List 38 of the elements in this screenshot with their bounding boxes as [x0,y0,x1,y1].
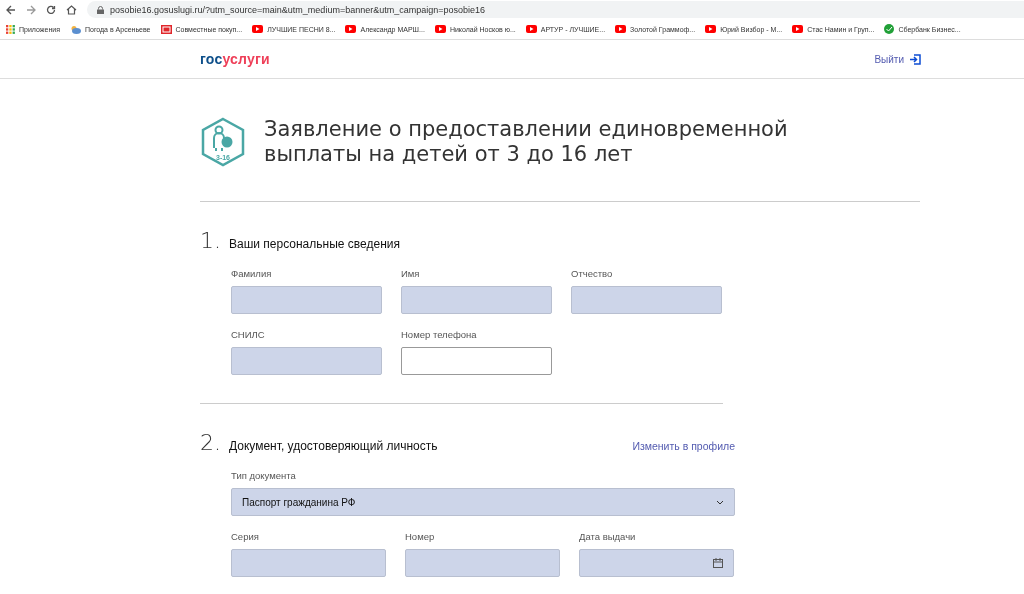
video-play-icon [705,25,717,33]
section-title: Документ, удостоверяющий личность [229,439,439,453]
edit-profile-link[interactable]: Изменить в профиле [632,440,735,452]
video-play-icon [345,25,357,33]
video-play-icon [615,25,627,33]
bank-logo-icon [884,24,895,34]
step-number: 2. [200,430,221,455]
field-label: Отчество [571,268,614,279]
field-label: Тип документа [231,470,297,481]
video-play-icon [252,25,264,33]
page-title: Заявление о предоставлении единовременной выплаты на детей от 3 до 16 лет [264,117,789,167]
logout-icon [910,53,921,65]
step-number: 1. [200,228,221,253]
logo: госуслуги [200,51,270,67]
field-label: Серия [231,531,260,542]
back-icon[interactable] [6,4,16,15]
address-bar[interactable]: posobie16.gosuslugi.ru/?utm_source=main&utm_medium=banner&utm_campaign=posobie16 [87,1,1024,18]
lock-icon [97,5,104,14]
field-label: Номер [405,531,436,542]
video-play-icon [525,25,537,33]
chevron-down-icon [716,499,724,505]
forward-icon[interactable] [26,4,36,15]
calendar-icon [713,558,723,568]
shop-logo-icon [160,24,172,34]
input-field[interactable] [401,347,552,375]
video-play-icon [792,25,804,33]
field-label: СНИЛС [231,329,266,340]
apps-grid-icon [6,24,15,34]
logout-link[interactable]: Выйти [874,53,921,65]
reload-icon[interactable] [46,4,56,15]
field-label: Дата выдачи [579,531,637,542]
home-icon[interactable] [66,4,77,15]
video-play-icon [434,25,446,33]
field-label: Номер телефона [401,329,478,340]
field-label: Имя [401,268,421,279]
field-label: Фамилия [231,268,273,279]
weather-icon [69,24,81,34]
section-title: Ваши персональные сведения [229,237,401,251]
